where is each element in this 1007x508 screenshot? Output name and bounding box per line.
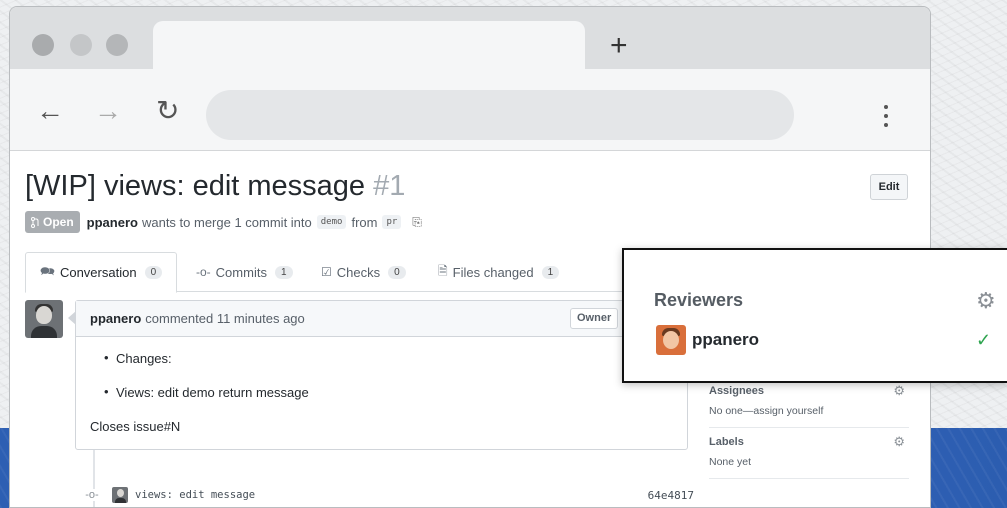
conversation-icon: 🗪 [40,264,55,278]
tab-counter: 0 [144,266,163,279]
comment-closing-text: Closes issue#N [90,419,181,434]
tab-strip: + [10,7,930,69]
gear-icon[interactable]: ⚙ [893,434,905,450]
tab-label: Files changed [452,264,534,280]
tab-files-changed[interactable]: 🗎 Files changed 1 [424,252,573,292]
assign-yourself-link[interactable]: No one—assign yourself [709,405,909,417]
labels-value: None yet [709,456,752,468]
tab-conversation[interactable]: 🗪 Conversation 0 [25,252,178,293]
address-bar[interactable] [206,90,794,140]
back-icon[interactable]: ← [36,97,64,125]
gear-icon[interactable]: ⚙ [893,383,905,399]
from-text: from [351,214,378,230]
pr-meta: Open ppanero wants to merge 1 commit int… [25,211,422,233]
commit-icon: -o- [84,489,100,501]
new-tab-button[interactable]: + [610,31,628,61]
sidebar-assignees: Assignees ⚙ No one—assign yourself [709,377,909,428]
window-minimize-button[interactable] [70,34,92,56]
forward-icon[interactable]: → [94,97,122,125]
browser-menu-icon[interactable] [884,105,890,132]
pr-number: #1 [373,170,406,202]
tab-label: Conversation [59,265,137,280]
commit-message-link[interactable]: views: edit message [135,489,255,501]
commit-icon: -o- [196,265,211,279]
comment-body: Changes: Views: edit demo return message… [76,337,687,448]
comment-timestamp[interactable]: commented 11 minutes ago [145,311,304,326]
avatar[interactable] [656,325,686,355]
check-icon: ✓ [976,330,992,350]
pr-sidebar: Assignees ⚙ No one—assign yourself Label… [709,377,909,479]
list-item: Views: edit demo return message [104,384,673,400]
pr-author-link[interactable]: ppanero [87,215,138,230]
pr-title-text: [WIP] views: edit message [25,170,366,202]
avatar[interactable] [25,300,63,338]
reviewers-zoom-callout: Reviewers ⚙ ppanero ✓ [622,248,1007,383]
sidebar-section-title: Labels [709,436,744,448]
avatar[interactable] [112,487,128,503]
owner-badge: Owner [570,308,619,329]
gear-icon[interactable]: ⚙ [976,288,996,314]
reload-icon[interactable]: ↻ [156,97,179,125]
file-diff-icon: 🗎 [438,263,448,278]
page-title: [WIP] views: edit message #1 [25,170,405,203]
comment-author-link[interactable]: ppanero [90,311,141,326]
window-close-button[interactable] [32,34,54,56]
reviewers-title: Reviewers [654,290,744,310]
browser-tab[interactable] [153,21,585,69]
comment-box: ppanero commented 11 minutes ago Owner C… [68,300,688,450]
base-branch[interactable]: demo [316,215,347,229]
tab-counter: 1 [541,265,560,279]
tab-label: Checks [336,264,381,280]
commit-sha-link[interactable]: 64e4817 [648,489,694,502]
window-maximize-button[interactable] [106,34,128,56]
pull-request-icon [31,216,39,228]
tab-checks[interactable]: ☑ Checks 0 [307,252,420,292]
sidebar-labels: Labels ⚙ None yet [709,428,909,479]
sidebar-section-title: Assignees [709,385,765,397]
commit-row: -o- views: edit message 64e4817 [84,484,694,506]
status-badge: Open [25,211,80,233]
reviewer-name[interactable]: ppanero [692,330,759,350]
tab-commits[interactable]: -o- Commits 1 [182,252,307,292]
status-badge-label: Open [43,215,74,229]
copy-icon[interactable]: ⎘ [412,215,422,230]
tab-counter: 1 [274,265,293,279]
browser-toolbar: ← → ↻ [10,69,930,151]
head-branch[interactable]: pr [382,215,402,229]
tab-label: Commits [215,264,267,280]
edit-button[interactable]: Edit [870,174,908,200]
tab-counter: 0 [388,265,406,279]
merge-text: wants to merge 1 commit into [141,214,312,230]
checklist-icon: ☑ [321,265,332,279]
list-item: Changes: [104,350,673,366]
